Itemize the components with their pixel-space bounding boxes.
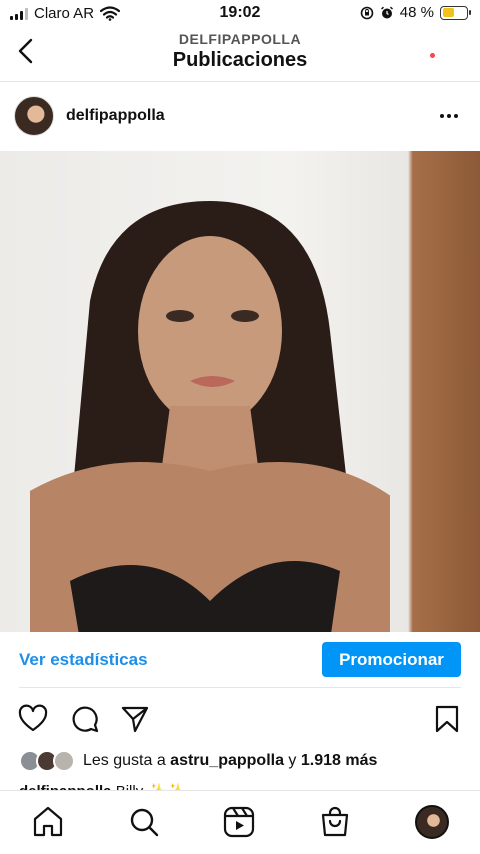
likes-text: Les gusta a astru_pappolla y 1.918 más	[83, 752, 377, 770]
page-title: Publicaciones	[172, 49, 308, 71]
post-header: delfipappolla	[0, 92, 480, 142]
photo-figure	[30, 201, 390, 632]
battery-fill	[442, 8, 454, 17]
bookmark-icon[interactable]	[432, 704, 462, 734]
home-icon[interactable]	[31, 805, 65, 839]
liker-avatar	[53, 750, 75, 772]
orientation-lock-icon	[360, 6, 374, 19]
view-stats-link[interactable]: Ver estadísticas	[19, 650, 148, 670]
post-image[interactable]	[0, 151, 480, 632]
search-icon[interactable]	[127, 805, 161, 839]
share-icon[interactable]	[120, 704, 150, 734]
post-username[interactable]: delfipappolla	[66, 107, 165, 125]
notification-dot	[430, 53, 435, 58]
more-icon[interactable]	[440, 106, 462, 126]
likes-user[interactable]: astru_pappolla	[170, 752, 284, 769]
likes-row[interactable]: Les gusta a astru_pappolla y 1.918 más	[0, 748, 480, 776]
post-actions	[0, 700, 480, 736]
divider	[19, 687, 461, 688]
alarm-icon	[380, 6, 393, 18]
promote-button[interactable]: Promocionar	[322, 642, 461, 677]
status-bar: Claro AR 19:02 48 %	[0, 0, 480, 30]
top-header: DELFIPAPPOLLA Publicaciones	[0, 30, 480, 82]
likes-middle: y	[283, 752, 301, 769]
shop-icon[interactable]	[318, 805, 352, 839]
tab-bar	[0, 790, 480, 854]
battery-icon	[440, 5, 471, 20]
likes-count[interactable]: 1.918 más	[301, 752, 378, 769]
avatar[interactable]	[14, 96, 54, 136]
likes-prefix: Les gusta a	[83, 752, 171, 769]
reels-icon[interactable]	[222, 805, 256, 839]
comment-icon[interactable]	[70, 704, 100, 734]
profile-avatar[interactable]	[415, 805, 449, 839]
liker-avatars	[19, 750, 79, 772]
status-right: 48 %	[360, 4, 471, 21]
battery-percent: 48 %	[399, 4, 434, 21]
stats-row: Ver estadísticas Promocionar	[0, 640, 480, 684]
heart-icon[interactable]	[18, 704, 48, 734]
header-username: DELFIPAPPOLLA	[178, 31, 302, 47]
